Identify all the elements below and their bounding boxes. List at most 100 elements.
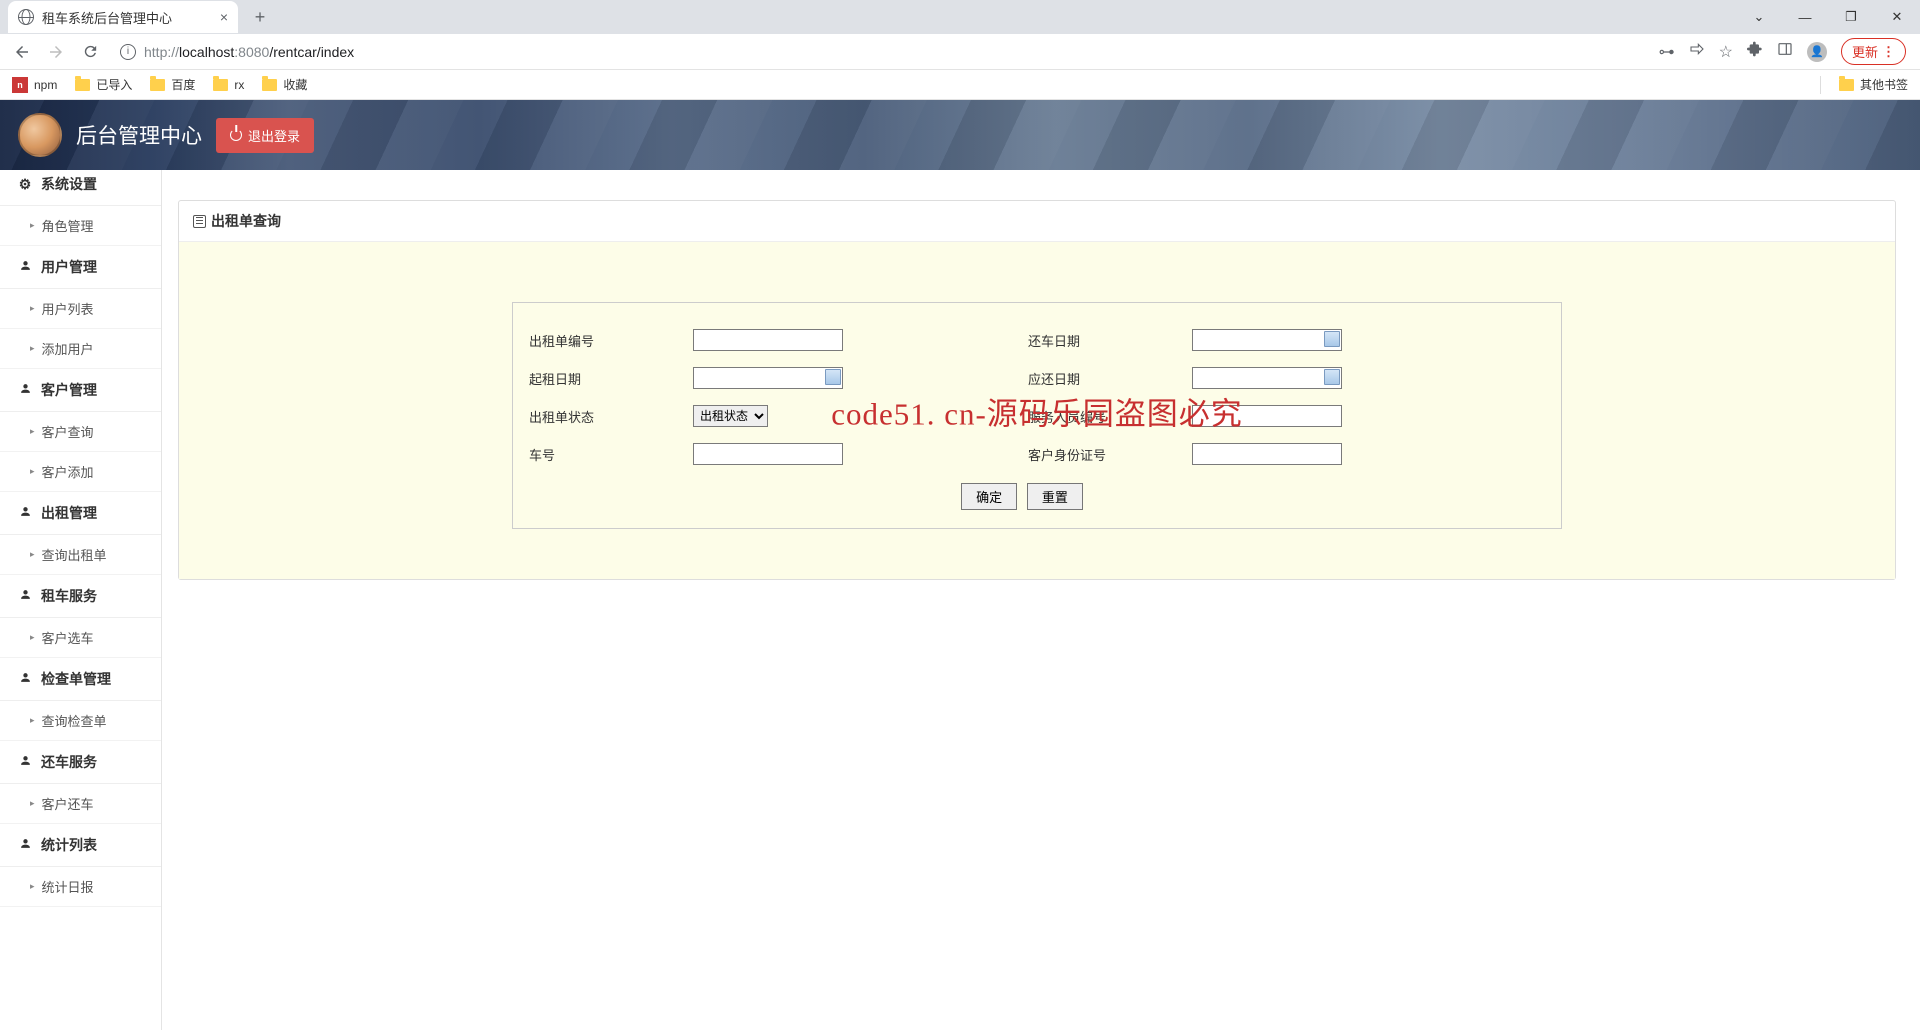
logout-button[interactable]: 退出登录 [216,118,314,153]
new-tab-button[interactable]: + [246,3,274,31]
reset-button[interactable]: 重置 [1027,483,1083,510]
menu-item-label: 添加用户 [42,339,94,358]
address-bar: i http://localhost:8080/rentcar/index ⊶ … [0,34,1920,70]
edit-icon [193,215,206,228]
menu-item[interactable]: ▸客户添加 [0,452,161,492]
forward-button[interactable] [42,38,70,66]
url-box[interactable]: i http://localhost:8080/rentcar/index [110,38,1653,66]
divider [1820,76,1821,94]
bookmarks-bar: nnpm 已导入 百度 rx 收藏 其他书签 [0,70,1920,100]
folder-icon [75,79,90,91]
calendar-icon[interactable] [1324,331,1340,347]
menu-item[interactable]: ▸查询出租单 [0,535,161,575]
submit-button[interactable]: 确定 [961,483,1017,510]
menu-group-header[interactable]: 还车服务 [0,741,161,784]
label-return-date: 还车日期 [1022,331,1192,350]
share-icon[interactable] [1689,41,1705,62]
menu-group-header[interactable]: 检查单管理 [0,658,161,701]
caret-icon: ▸ [30,426,35,437]
menu-group-title: 统计列表 [41,835,97,855]
menu-group-header[interactable]: 出租管理 [0,492,161,535]
menu-group-header[interactable]: ⚙系统设置 [0,170,161,206]
menu-item-label: 统计日报 [42,877,94,896]
browser-tab[interactable]: 租车系统后台管理中心 × [8,1,238,33]
bookmark-baidu[interactable]: 百度 [150,76,195,93]
menu-item-label: 客户还车 [42,794,94,813]
select-status[interactable]: 出租状态 [693,405,768,427]
content: 出租单查询 出租单编号 还车日期 [162,170,1920,1030]
star-icon[interactable]: ☆ [1719,42,1733,62]
reload-button[interactable] [76,38,104,66]
power-icon [230,129,242,141]
input-return-date[interactable] [1192,329,1342,351]
menu-group-title: 租车服务 [41,586,97,606]
menu-item[interactable]: ▸ 角色管理 [0,206,161,246]
menu-group-header[interactable]: 客户管理 [0,369,161,412]
input-start-date[interactable] [693,367,843,389]
caret-icon: ▸ [30,632,35,643]
update-button[interactable]: 更新⋮ [1841,38,1906,65]
menu-item[interactable]: ▸客户还车 [0,784,161,824]
sidebar: ⚙系统设置▸角色管理用户管理▸用户列表▸添加用户客户管理▸客户查询▸客户添加出租… [0,170,162,1030]
menu-item-label: 角色管理 [42,216,94,235]
folder-icon [150,79,165,91]
menu-group-header[interactable]: 统计列表 [0,824,161,867]
menu-item-label: 客户查询 [42,422,94,441]
menu-group-header[interactable]: 租车服务 [0,575,161,618]
user-icon [18,382,32,398]
bookmark-fav[interactable]: 收藏 [262,76,307,93]
close-tab-icon[interactable]: × [220,9,228,25]
menu-item[interactable]: ▸ 添加用户 [0,329,161,369]
menu-item[interactable]: ▸查询检查单 [0,701,161,741]
caret-icon: ▸ [30,220,35,231]
menu-item[interactable]: ▸客户选车 [0,618,161,658]
menu-item[interactable]: ▸用户列表 [0,289,161,329]
profile-icon[interactable]: 👤 [1807,42,1827,62]
input-customer-id[interactable] [1192,443,1342,465]
user-icon [18,754,32,770]
caret-icon: ▸ [30,343,35,354]
caret-icon: ▸ [30,466,35,477]
app-title: 后台管理中心 [76,120,202,150]
url-text: http://localhost:8080/rentcar/index [144,44,354,60]
tab-title: 租车系统后台管理中心 [42,8,172,27]
calendar-icon[interactable] [825,369,841,385]
npm-icon: n [12,77,28,93]
site-info-icon[interactable]: i [120,44,136,60]
bookmark-rx[interactable]: rx [213,78,244,92]
search-panel: 出租单查询 出租单编号 还车日期 [178,200,1896,580]
menu-item[interactable]: ▸ 客户查询 [0,412,161,452]
input-due-date[interactable] [1192,367,1342,389]
menu-item[interactable]: ▸ 统计日报 [0,867,161,907]
label-rental-no: 出租单编号 [523,331,693,350]
maximize-button[interactable]: ❐ [1828,0,1874,34]
menu-item-label: 用户列表 [42,299,94,318]
bookmark-npm[interactable]: nnpm [12,77,57,93]
calendar-icon[interactable] [1324,369,1340,385]
input-rental-no[interactable] [693,329,843,351]
label-customer-id: 客户身份证号 [1022,445,1192,464]
close-window-button[interactable]: ✕ [1874,0,1920,34]
bookmark-imported[interactable]: 已导入 [75,76,132,93]
key-icon[interactable]: ⊶ [1659,42,1675,62]
browser-chrome: 租车系统后台管理中心 × + ⌄ — ❐ ✕ i http://localhos… [0,0,1920,100]
folder-icon [1839,79,1854,91]
minimize-button[interactable]: — [1782,0,1828,34]
back-button[interactable] [8,38,36,66]
input-staff-no[interactable] [1192,405,1342,427]
caret-icon: ▸ [30,881,35,892]
reload-icon [82,43,99,60]
user-icon [18,259,32,275]
menu-group-title: 还车服务 [41,752,97,772]
caret-icon: ▸ [30,715,35,726]
user-icon [18,837,32,853]
menu-group-header[interactable]: 用户管理 [0,246,161,289]
chevron-down-icon[interactable]: ⌄ [1736,0,1782,34]
avatar[interactable] [18,113,62,157]
bookmark-other[interactable]: 其他书签 [1839,76,1908,93]
extensions-icon[interactable] [1747,41,1763,62]
menu-group-title: 客户管理 [41,380,97,400]
menu-group-title: 检查单管理 [41,669,111,689]
input-car-no[interactable] [693,443,843,465]
panel-icon[interactable] [1777,41,1793,62]
